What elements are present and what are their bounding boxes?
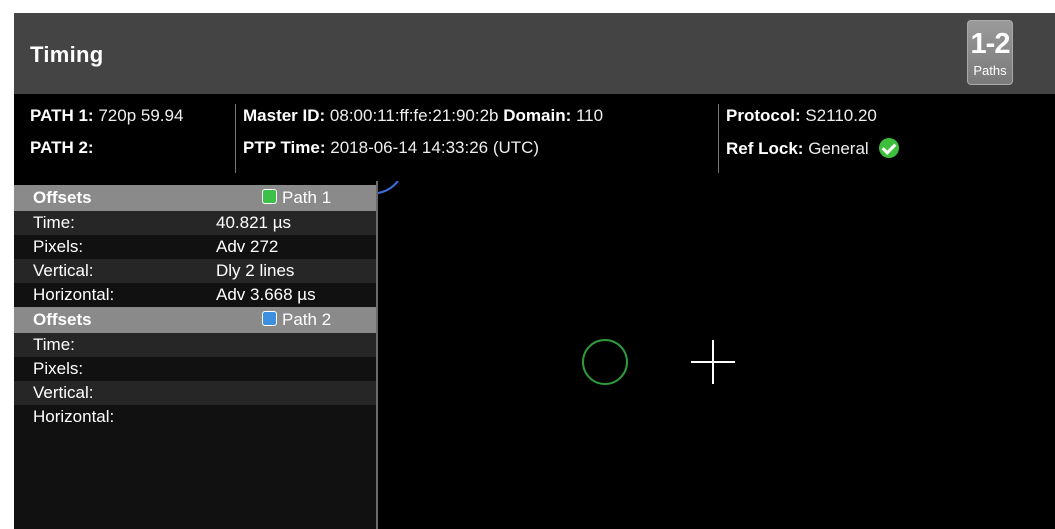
title-bar: Timing 1-2 Paths xyxy=(14,13,1055,94)
table-row: Pixels: xyxy=(14,357,376,381)
row-label: Vertical: xyxy=(33,383,94,402)
paths-number: 1-2 xyxy=(970,28,1011,60)
row-label: Pixels: xyxy=(33,237,84,256)
master-id-info: Master ID: 08:00:11:ff:fe:21:90:2b Domai… xyxy=(243,106,603,126)
row-label: Horizontal: xyxy=(33,407,115,426)
path2-legend-label: Path 2 xyxy=(282,310,332,329)
path1-legend-label: Path 1 xyxy=(282,188,332,207)
protocol-value: S2110.20 xyxy=(805,106,877,125)
divider xyxy=(718,104,719,173)
path2-legend: Path 2 xyxy=(262,310,331,330)
offsets-title: Offsets xyxy=(33,188,92,207)
status-bar: PATH 1: 720p 59.94 PATH 2: Master ID: 08… xyxy=(14,94,1055,181)
ref-lock-info: Ref Lock: General xyxy=(726,138,900,159)
path1-info: PATH 1: 720p 59.94 xyxy=(30,106,183,126)
master-id-label: Master ID: xyxy=(243,106,326,125)
path2-label: PATH 2: xyxy=(30,138,94,157)
ptp-time-info: PTP Time: 2018-06-14 14:33:26 (UTC) xyxy=(243,138,539,158)
master-id-value: 08:00:11:ff:fe:21:90:2b xyxy=(329,106,499,125)
row-value: 40.821 µs xyxy=(216,213,292,232)
timing-window: Timing 1-2 Paths PATH 1: 720p 59.94 PATH… xyxy=(14,13,1055,529)
row-label: Vertical: xyxy=(33,261,94,280)
ref-lock-value: General xyxy=(808,139,869,158)
path1-label: PATH 1: xyxy=(30,106,94,125)
divider xyxy=(235,104,236,173)
row-label: Horizontal: xyxy=(33,285,115,304)
table-row: Horizontal: Adv 3.668 µs xyxy=(14,283,376,307)
path1-color-swatch xyxy=(262,189,277,204)
check-circle-icon xyxy=(879,138,900,158)
path2-info: PATH 2: xyxy=(30,138,94,158)
path2-arc-marker xyxy=(378,181,399,194)
paths-button[interactable]: 1-2 Paths xyxy=(967,20,1013,85)
path1-legend: Path 1 xyxy=(262,188,331,208)
ptp-time-label: PTP Time: xyxy=(243,138,326,157)
table-row: Pixels: Adv 272 xyxy=(14,235,376,259)
row-label: Pixels: xyxy=(33,359,84,378)
protocol-label: Protocol: xyxy=(726,106,801,125)
table-row: Time: 40.821 µs xyxy=(14,211,376,235)
offsets-path1-header: Offsets Path 1 xyxy=(14,185,376,211)
row-value: Dly 2 lines xyxy=(216,261,295,280)
domain-label: Domain: xyxy=(503,106,572,125)
offsets-panel: Offsets Path 1 Time: 40.821 µs Pixels: A… xyxy=(14,185,376,529)
path1-marker-circle xyxy=(582,339,628,385)
path1-value: 720p 59.94 xyxy=(98,106,184,125)
timing-graph[interactable] xyxy=(378,181,1055,529)
table-row: Vertical: Dly 2 lines xyxy=(14,259,376,283)
protocol-info: Protocol: S2110.20 xyxy=(726,106,877,126)
domain-value: 110 xyxy=(575,106,604,125)
ptp-time-value: 2018-06-14 14:33:26 (UTC) xyxy=(330,138,540,157)
path2-color-swatch xyxy=(262,311,277,326)
table-row: Time: xyxy=(14,333,376,357)
ref-lock-label: Ref Lock: xyxy=(726,139,804,158)
row-label: Time: xyxy=(33,213,75,232)
row-value: Adv 272 xyxy=(216,237,279,256)
paths-label: Paths xyxy=(973,63,1007,78)
page-title: Timing xyxy=(30,42,104,67)
table-row: Horizontal: xyxy=(14,405,376,429)
row-value: Adv 3.668 µs xyxy=(216,285,316,304)
offsets-title: Offsets xyxy=(33,310,92,329)
offsets-path2-header: Offsets Path 2 xyxy=(14,307,376,333)
table-row: Vertical: xyxy=(14,381,376,405)
row-label: Time: xyxy=(33,335,75,354)
